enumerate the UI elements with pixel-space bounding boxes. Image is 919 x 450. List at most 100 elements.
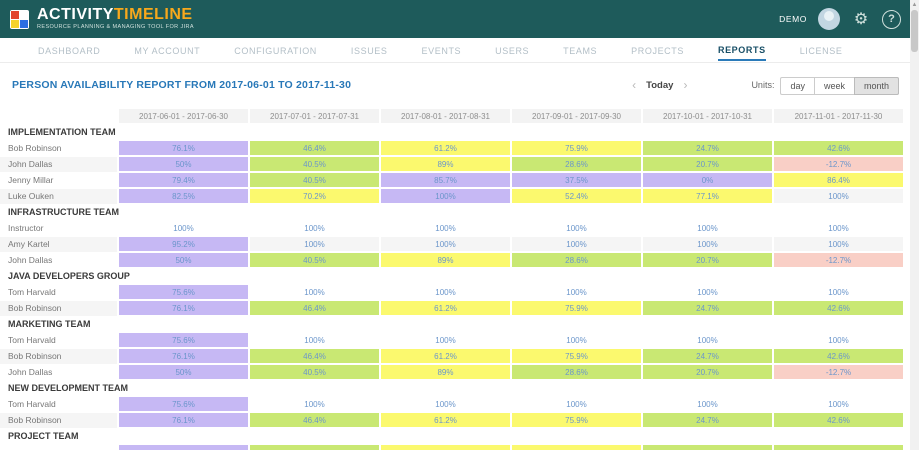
person-row-partial: [0, 444, 903, 450]
availability-cell: 76.1%: [119, 413, 248, 427]
availability-cell: 100%: [774, 285, 903, 299]
availability-cell: -12.7%: [774, 157, 903, 171]
availability-cell: 89%: [381, 157, 510, 171]
avatar[interactable]: [818, 8, 840, 30]
nav-item-teams[interactable]: TEAMS: [563, 41, 597, 60]
team-name: IMPLEMENTATION TEAM: [0, 127, 903, 137]
nav-item-events[interactable]: EVENTS: [422, 41, 462, 60]
availability-cell: 42.6%: [774, 301, 903, 315]
availability-cell: 20.7%: [643, 157, 772, 171]
availability-cell: 24.7%: [643, 349, 772, 363]
team-name: PROJECT TEAM: [0, 431, 903, 441]
availability-table: 2017-06-01 - 2017-06-302017-07-01 - 2017…: [0, 108, 903, 450]
nav-item-my-account[interactable]: MY ACCOUNT: [134, 41, 200, 60]
availability-cell: 75.6%: [119, 333, 248, 347]
availability-cell: 100%: [774, 397, 903, 411]
person-name: Jenny Millar: [0, 173, 117, 188]
scrollbar-thumb[interactable]: [911, 10, 918, 52]
availability-cell: 100%: [512, 397, 641, 411]
column-header: 2017-11-01 - 2017-11-30: [774, 109, 903, 123]
availability-cell: 100%: [512, 285, 641, 299]
availability-cell: 28.6%: [512, 253, 641, 267]
availability-cell: 40.5%: [250, 365, 379, 379]
availability-cell: 42.6%: [774, 349, 903, 363]
column-header: 2017-10-01 - 2017-10-31: [643, 109, 772, 123]
nav-item-users[interactable]: USERS: [495, 41, 529, 60]
availability-cell: 100%: [250, 285, 379, 299]
person-name: Bob Robinson: [0, 301, 117, 316]
team-name: NEW DEVELOPMENT TEAM: [0, 383, 903, 393]
column-header: 2017-07-01 - 2017-07-31: [250, 109, 379, 123]
availability-cell: 28.6%: [512, 365, 641, 379]
person-row: Bob Robinson76.1%46.4%61.2%75.9%24.7%42.…: [0, 140, 903, 156]
availability-cell: 61.2%: [381, 413, 510, 427]
units-label: Units:: [751, 80, 774, 90]
page-title: PERSON AVAILABILITY REPORT FROM 2017-06-…: [12, 79, 351, 91]
availability-cell: 75.6%: [119, 397, 248, 411]
availability-cell: 82.5%: [119, 189, 248, 203]
vertical-scrollbar[interactable]: ▲: [910, 0, 919, 450]
today-button[interactable]: Today: [642, 80, 677, 91]
availability-cell: 77.1%: [643, 189, 772, 203]
person-row: Luke Ouken82.5%70.2%100%52.4%77.1%100%: [0, 188, 903, 204]
availability-cell: 76.1%: [119, 141, 248, 155]
availability-cell: 100%: [381, 189, 510, 203]
availability-cell: 61.2%: [381, 141, 510, 155]
availability-cell: 100%: [250, 237, 379, 251]
top-bar: ACTIVITYTIMELINE RESOURCE PLANNING & MAN…: [0, 0, 919, 38]
availability-cell: 24.7%: [643, 301, 772, 315]
nav-item-reports[interactable]: REPORTS: [718, 40, 766, 61]
app-logo[interactable]: ACTIVITYTIMELINE RESOURCE PLANNING & MAN…: [10, 7, 194, 31]
person-name: John Dallas: [0, 365, 117, 380]
app-logo-icon: [10, 10, 29, 29]
nav-item-configuration[interactable]: CONFIGURATION: [234, 41, 317, 60]
availability-cell: 37.5%: [512, 173, 641, 187]
availability-cell: 46.4%: [250, 301, 379, 315]
prev-period-button[interactable]: ‹: [626, 78, 642, 92]
availability-cell: [119, 445, 248, 450]
person-row: Tom Harvald75.6%100%100%100%100%100%: [0, 284, 903, 300]
gear-icon[interactable]: ⚙: [851, 9, 871, 29]
person-name: Tom Harvald: [0, 285, 117, 300]
availability-cell: 100%: [250, 397, 379, 411]
availability-cell: 20.7%: [643, 365, 772, 379]
nav-item-license[interactable]: LICENSE: [800, 41, 843, 60]
column-header: 2017-06-01 - 2017-06-30: [119, 109, 248, 123]
person-row: John Dallas50%40.5%89%28.6%20.7%-12.7%: [0, 252, 903, 268]
availability-cell: 89%: [381, 365, 510, 379]
units-group: dayweekmonth: [780, 76, 899, 94]
help-icon[interactable]: ?: [882, 10, 901, 29]
availability-cell: 76.1%: [119, 301, 248, 315]
availability-cell: [512, 445, 641, 450]
team-name: JAVA DEVELOPERS GROUP: [0, 271, 903, 281]
availability-cell: 61.2%: [381, 349, 510, 363]
user-name-label: DEMO: [779, 14, 807, 24]
availability-cell: 75.9%: [512, 141, 641, 155]
nav: DASHBOARD MY ACCOUNT CONFIGURATION ISSUES EV…: [0, 38, 919, 63]
next-period-button[interactable]: ›: [677, 78, 693, 92]
availability-cell: 42.6%: [774, 413, 903, 427]
availability-cell: 24.7%: [643, 413, 772, 427]
availability-cell: 75.9%: [512, 301, 641, 315]
availability-cell: 20.7%: [643, 253, 772, 267]
nav-item-issues[interactable]: ISSUES: [351, 41, 388, 60]
person-row: Tom Harvald75.6%100%100%100%100%100%: [0, 396, 903, 412]
availability-cell: 100%: [643, 221, 772, 235]
scroll-up-arrow[interactable]: ▲: [910, 0, 919, 9]
person-name: Amy Kartel: [0, 237, 117, 252]
team-name: MARKETING TEAM: [0, 319, 903, 329]
unit-button-week[interactable]: week: [814, 77, 854, 95]
unit-button-day[interactable]: day: [780, 77, 814, 95]
availability-cell: 52.4%: [512, 189, 641, 203]
app-window: ACTIVITYTIMELINE RESOURCE PLANNING & MAN…: [0, 0, 919, 450]
person-row: John Dallas50%40.5%89%28.6%20.7%-12.7%: [0, 156, 903, 172]
unit-button-month[interactable]: month: [854, 77, 899, 95]
person-name: John Dallas: [0, 253, 117, 268]
brand-tagline: RESOURCE PLANNING & MANAGING TOOL FOR JI…: [37, 25, 194, 31]
person-name: Bob Robinson: [0, 141, 117, 156]
availability-cell: 24.7%: [643, 141, 772, 155]
person-name: Instructor: [0, 221, 117, 236]
availability-cell: [381, 445, 510, 450]
nav-item-dashboard[interactable]: DASHBOARD: [38, 41, 100, 60]
nav-item-projects[interactable]: PROJECTS: [631, 41, 684, 60]
